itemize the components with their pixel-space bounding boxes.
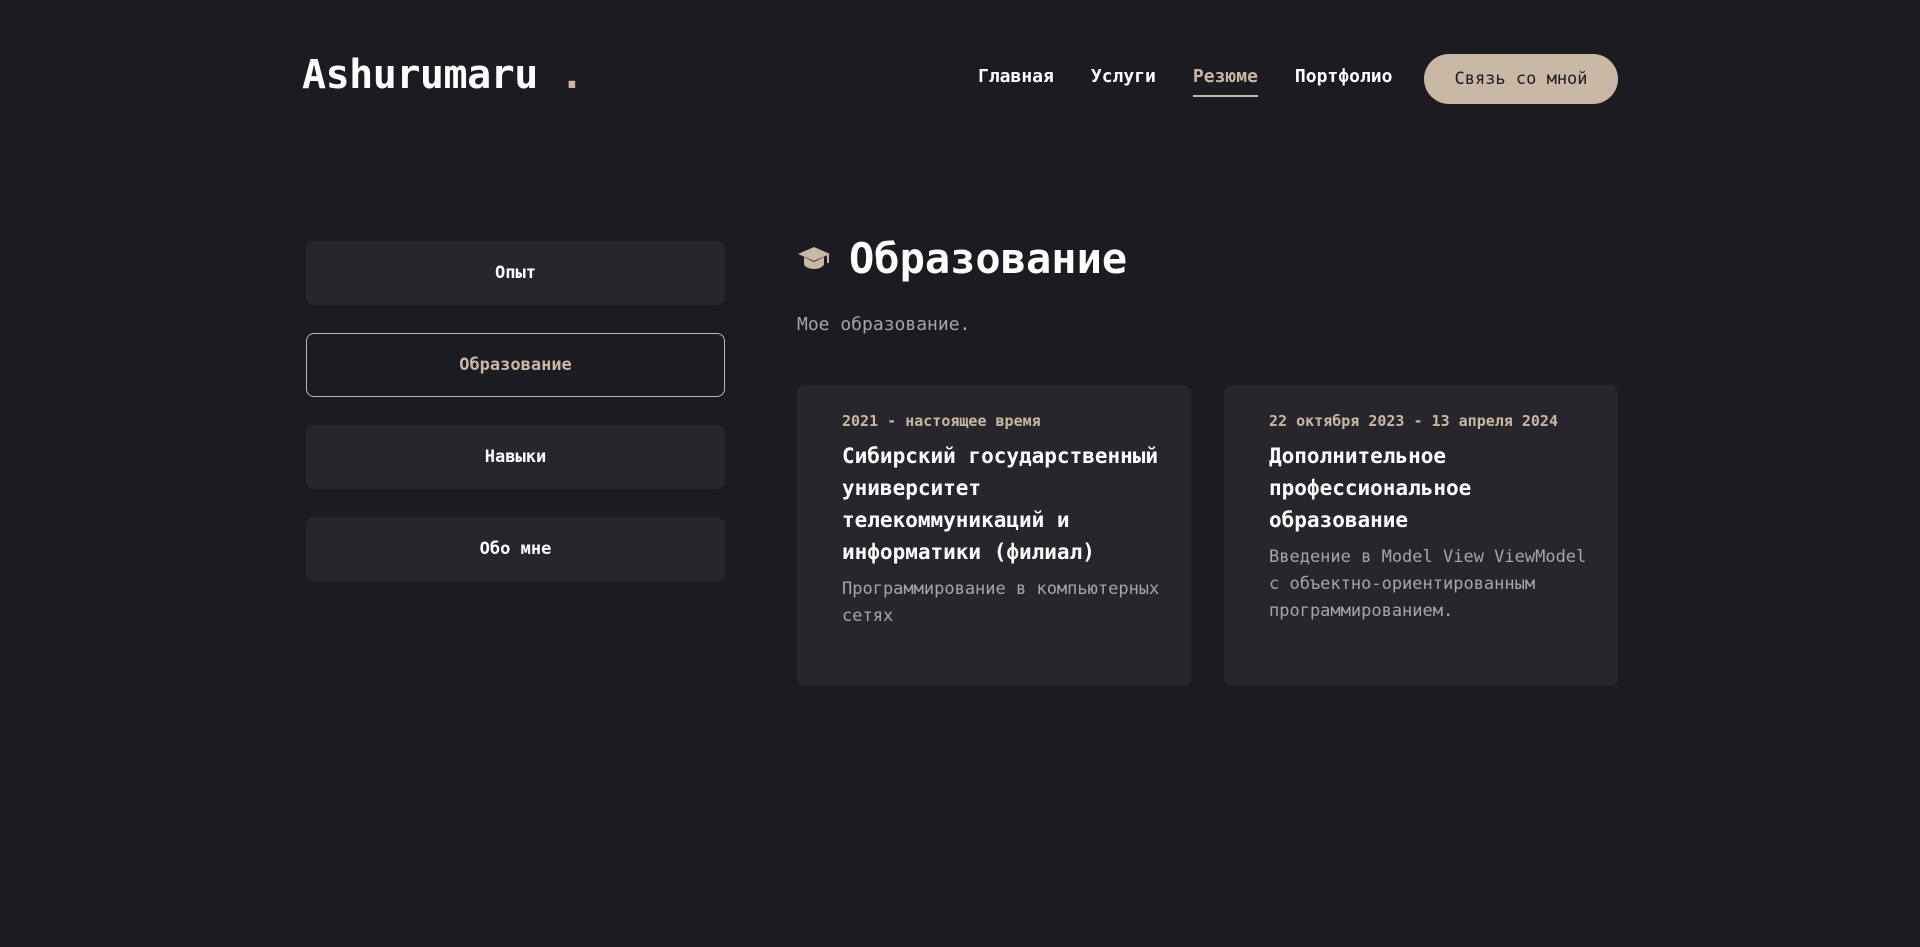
card-date: 22 октября 2023 - 13 апреля 2024 [1269, 412, 1558, 430]
main-nav: Главная Услуги Резюме Портфолио [978, 66, 1429, 97]
card-description: Программирование в компьютерных сетях [842, 579, 1160, 626]
tab-education[interactable]: Образование [306, 333, 725, 397]
nav-link-services[interactable]: Услуги [1091, 66, 1156, 97]
contact-button[interactable]: Связь со мной [1424, 54, 1618, 104]
nav-link-portfolio[interactable]: Портфолио [1295, 66, 1393, 97]
section-heading: Образование [797, 230, 1619, 286]
education-card: 2021 - настоящее время Сибирский государ… [797, 385, 1191, 686]
logo[interactable]: Ashurumaru. [302, 52, 584, 98]
card-title: Дополнительное профессиональное образова… [1269, 444, 1472, 532]
card-title: Сибирский государственный университет те… [842, 444, 1159, 564]
education-section: Образование Мое образование. 2021 - наст… [797, 230, 1619, 686]
section-title: Образование [849, 233, 1128, 283]
card-date: 2021 - настоящее время [842, 412, 1041, 430]
nav-link-home[interactable]: Главная [978, 66, 1054, 97]
nav-link-resume[interactable]: Резюме [1192, 66, 1258, 97]
card-description: Введение в Model View ViewModel с объект… [1269, 547, 1587, 621]
tab-skills[interactable]: Навыки [306, 425, 725, 489]
logo-dot: . [559, 52, 584, 98]
section-subtitle: Мое образование. [797, 314, 971, 335]
tab-about[interactable]: Обо мне [306, 517, 725, 581]
logo-text: Ashurumaru [302, 52, 538, 98]
graduation-cap-icon [798, 247, 830, 269]
resume-tabs: Опыт Образование Навыки Обо мне [306, 241, 725, 609]
education-card: 22 октября 2023 - 13 апреля 2024 Дополни… [1224, 385, 1618, 686]
education-cards: 2021 - настоящее время Сибирский государ… [797, 385, 1618, 686]
tab-experience[interactable]: Опыт [306, 241, 725, 305]
site-header: Ashurumaru. Главная Услуги Резюме Портфо… [0, 0, 1920, 160]
